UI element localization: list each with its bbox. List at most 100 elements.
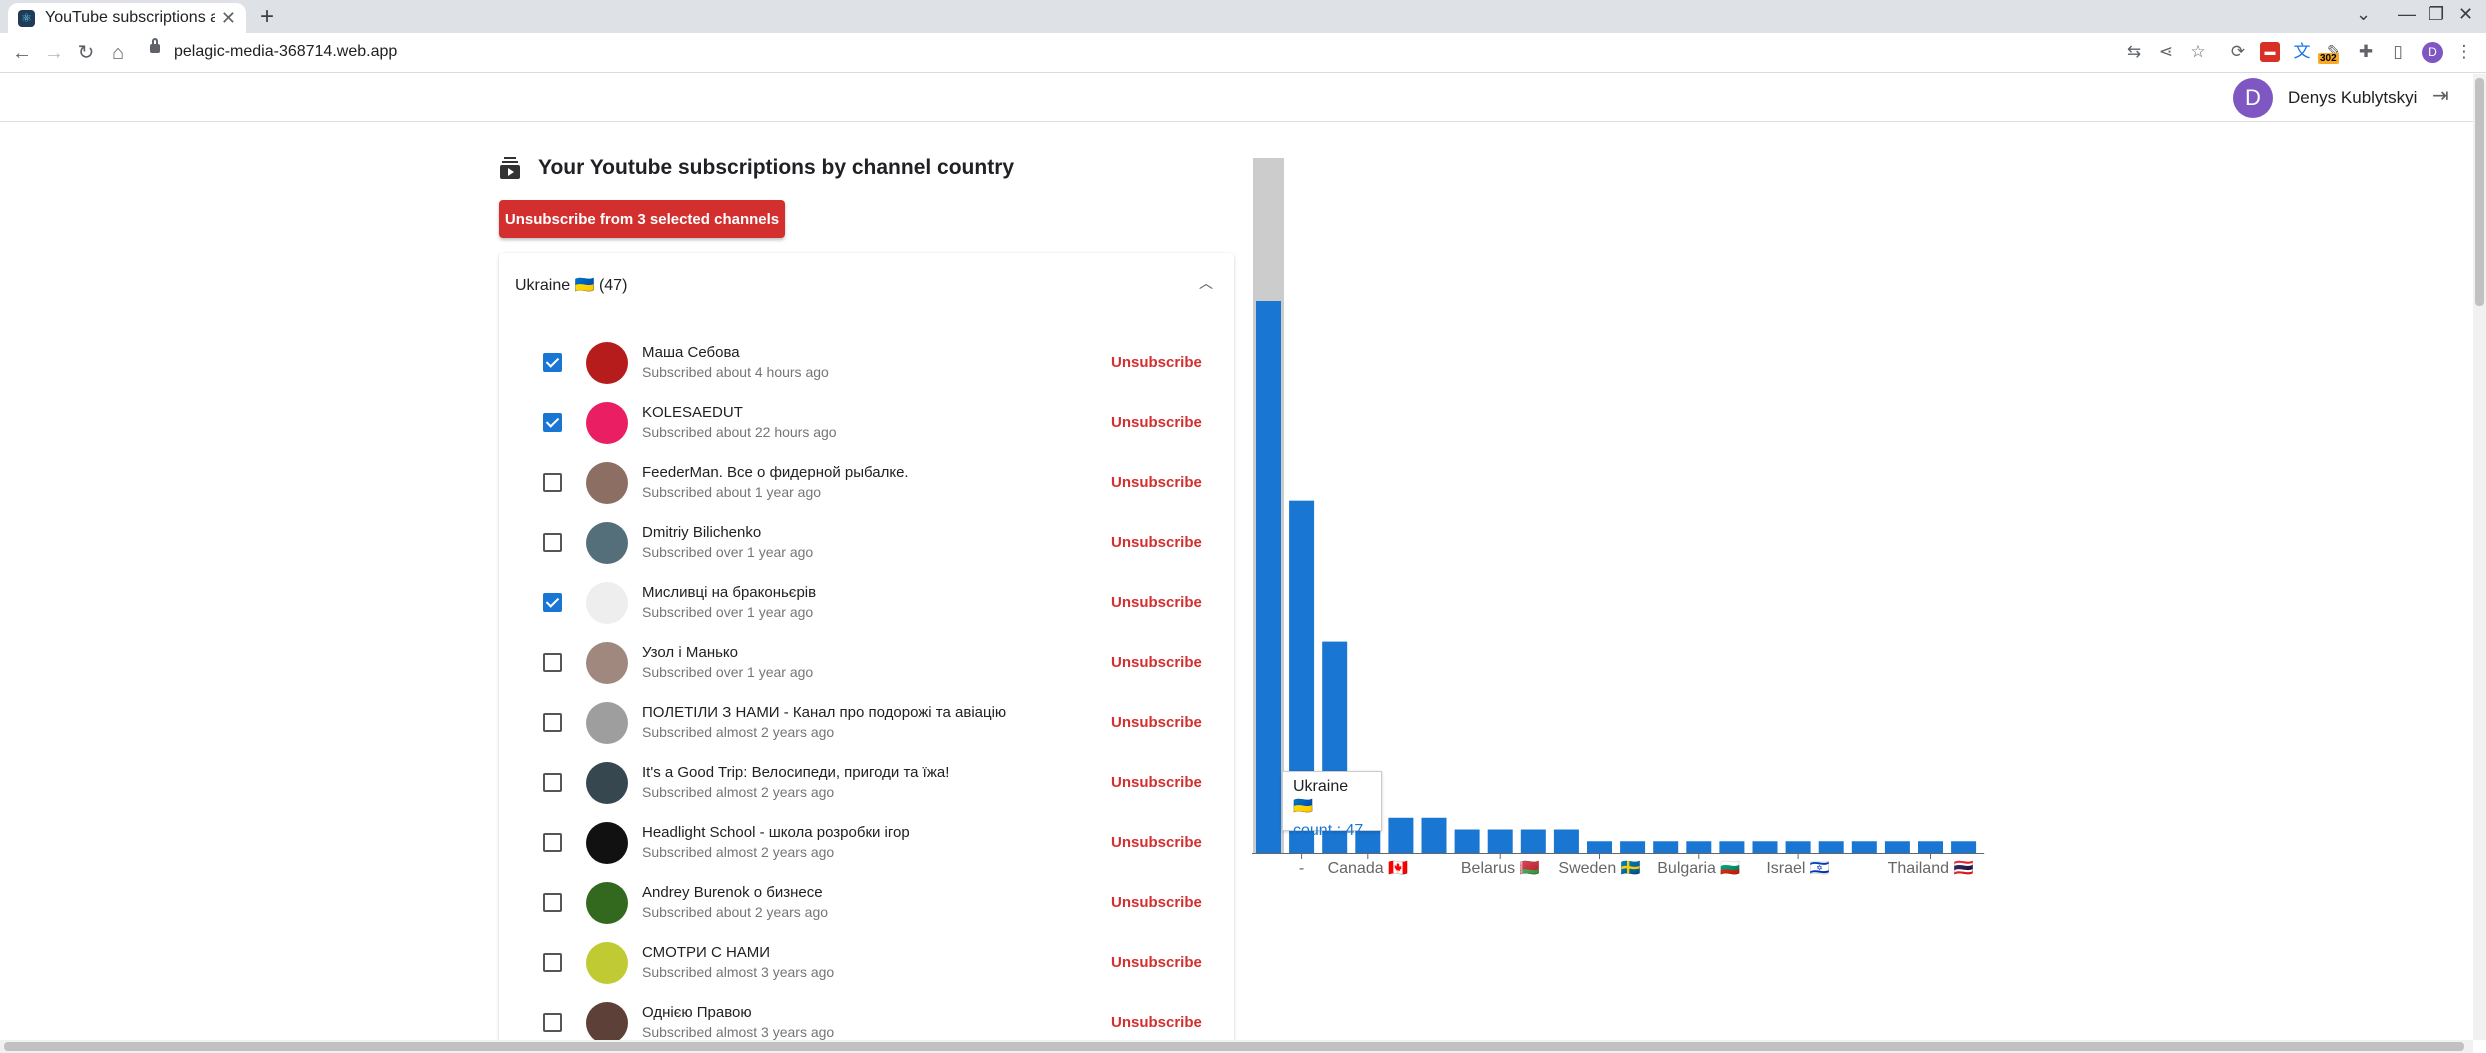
chart-bar[interactable] bbox=[1818, 841, 1844, 853]
channel-row: Узол і Манько Subscribed over 1 year ago U… bbox=[499, 633, 1234, 693]
unsubscribe-button[interactable]: Unsubscribe bbox=[1111, 534, 1202, 551]
extension-sync-icon[interactable]: ⟳ bbox=[2228, 42, 2248, 62]
chart-bar[interactable] bbox=[1752, 841, 1778, 853]
home-button[interactable]: ⌂ bbox=[104, 39, 132, 67]
chart-bar[interactable] bbox=[1587, 841, 1612, 853]
chart-bar[interactable] bbox=[1388, 817, 1414, 853]
channel-select-checkbox[interactable] bbox=[543, 713, 562, 732]
unsubscribe-button[interactable]: Unsubscribe bbox=[1111, 834, 1202, 851]
tab-search-chevron-icon[interactable]: ⌄ bbox=[2356, 4, 2371, 25]
unsubscribe-button[interactable]: Unsubscribe bbox=[1111, 474, 1202, 491]
unsubscribe-button[interactable]: Unsubscribe bbox=[1111, 714, 1202, 731]
user-avatar[interactable]: D bbox=[2233, 78, 2273, 118]
share-icon[interactable]: ⋖ bbox=[2156, 42, 2176, 62]
horizontal-scrollbar-thumb[interactable] bbox=[4, 1042, 2464, 1051]
unsubscribe-button[interactable]: Unsubscribe bbox=[1111, 414, 1202, 431]
chart-bar[interactable] bbox=[1951, 841, 1977, 853]
unsubscribe-button[interactable]: Unsubscribe bbox=[1111, 774, 1202, 791]
channel-select-checkbox[interactable] bbox=[543, 533, 562, 552]
channel-select-checkbox[interactable] bbox=[543, 413, 562, 432]
unsubscribe-button[interactable]: Unsubscribe bbox=[1111, 594, 1202, 611]
extension-red-icon[interactable]: ▬ bbox=[2260, 42, 2280, 62]
chart-bar[interactable] bbox=[1719, 841, 1745, 853]
chevron-up-icon[interactable]: ︿ bbox=[1199, 273, 1213, 293]
chart-bar[interactable] bbox=[1620, 841, 1646, 853]
url-text: pelagic-media-368714.web.app bbox=[174, 43, 398, 60]
side-panel-icon[interactable]: ▯ bbox=[2388, 42, 2408, 62]
chart-bar[interactable] bbox=[1785, 841, 1811, 853]
channel-name: СМОТРИ С НАМИ bbox=[642, 944, 771, 961]
chart-bar[interactable] bbox=[1851, 841, 1877, 853]
channel-subscribed-time: Subscribed almost 3 years ago bbox=[642, 964, 835, 980]
chart-bar[interactable] bbox=[1454, 829, 1480, 853]
channel-name: Мисливці на браконьєрів bbox=[642, 584, 817, 601]
channel-row: СМОТРИ С НАМИ Subscribed almost 3 years a… bbox=[499, 933, 1234, 993]
channel-name: KOLESAEDUT bbox=[642, 404, 743, 421]
chart-bar[interactable] bbox=[1553, 829, 1579, 853]
chart-bar[interactable] bbox=[1918, 841, 1943, 853]
chart-tooltip: Ukraine 🇺🇦 count : 47 bbox=[1282, 771, 1382, 839]
channel-select-checkbox[interactable] bbox=[543, 353, 562, 372]
chart-bar[interactable] bbox=[1487, 829, 1513, 853]
channel-avatar bbox=[586, 642, 628, 684]
address-bar[interactable]: pelagic-media-368714.web.app bbox=[140, 37, 2224, 67]
channel-select-checkbox[interactable] bbox=[543, 473, 562, 492]
chart-bar[interactable] bbox=[1653, 841, 1679, 853]
tab-close-icon[interactable]: ✕ bbox=[221, 8, 236, 29]
channel-avatar bbox=[586, 342, 628, 384]
unsubscribe-button[interactable]: Unsubscribe bbox=[1111, 1014, 1202, 1031]
channel-subscribed-time: Subscribed about 2 years ago bbox=[642, 904, 829, 920]
channel-name: Узол і Манько bbox=[642, 644, 739, 661]
logout-icon[interactable]: ⇥ bbox=[2432, 83, 2449, 108]
x-axis-tick-label: Sweden 🇸🇪 bbox=[1558, 859, 1640, 877]
chart-bar[interactable] bbox=[1421, 817, 1447, 853]
minimize-button[interactable]: — bbox=[2398, 4, 2416, 25]
browser-tab[interactable]: ⚛ YouTube subscriptions a ✕ bbox=[8, 3, 246, 33]
chart-bar[interactable] bbox=[1686, 841, 1712, 853]
channel-select-checkbox[interactable] bbox=[543, 773, 562, 792]
chart-bar[interactable] bbox=[1256, 301, 1281, 853]
chart-bar[interactable] bbox=[1520, 829, 1546, 853]
app-header: D Denys Kublytskyi ⇥ bbox=[0, 74, 2473, 122]
channel-select-checkbox[interactable] bbox=[543, 653, 562, 672]
browser-menu-icon[interactable]: ⋮ bbox=[2454, 42, 2474, 62]
react-favicon-icon: ⚛ bbox=[18, 9, 35, 27]
unsubscribe-selected-button[interactable]: Unsubscribe from 3 selected channels bbox=[499, 200, 785, 238]
new-tab-button[interactable]: + bbox=[260, 3, 274, 31]
channel-avatar bbox=[586, 582, 628, 624]
bookmark-star-icon[interactable]: ☆ bbox=[2188, 42, 2208, 62]
channel-select-checkbox[interactable] bbox=[543, 893, 562, 912]
channel-row: It's a Good Trip: Велосипеди, пригоди та… bbox=[499, 753, 1234, 813]
channel-select-checkbox[interactable] bbox=[543, 833, 562, 852]
channel-name: It's a Good Trip: Велосипеди, пригоди та… bbox=[642, 764, 950, 781]
forward-button[interactable]: → bbox=[40, 39, 68, 67]
extension-translate-icon[interactable]: 文 bbox=[2292, 42, 2312, 62]
reload-button[interactable]: ↻ bbox=[72, 39, 100, 67]
channel-name: Однією Правою bbox=[642, 1004, 752, 1021]
channel-select-checkbox[interactable] bbox=[543, 593, 562, 612]
unsubscribe-button[interactable]: Unsubscribe bbox=[1111, 654, 1202, 671]
accordion-header[interactable]: Ukraine 🇺🇦 (47) bbox=[515, 275, 627, 295]
page-title: Your Youtube subscriptions by channel co… bbox=[500, 156, 1014, 180]
unsubscribe-button[interactable]: Unsubscribe bbox=[1111, 354, 1202, 371]
vertical-scrollbar-thumb[interactable] bbox=[2475, 78, 2484, 306]
back-button[interactable]: ← bbox=[8, 39, 36, 67]
channel-avatar bbox=[586, 942, 628, 984]
channel-select-checkbox[interactable] bbox=[543, 953, 562, 972]
browser-profile-avatar[interactable]: D bbox=[2422, 42, 2443, 63]
translate-icon[interactable]: ⇆ bbox=[2124, 42, 2144, 62]
extension-badge: 302 bbox=[2318, 53, 2339, 64]
restore-button[interactable]: ❐ bbox=[2428, 4, 2444, 25]
tooltip-label: Ukraine 🇺🇦 bbox=[1293, 778, 1349, 815]
channel-subscribed-time: Subscribed almost 2 years ago bbox=[642, 784, 835, 800]
unsubscribe-button[interactable]: Unsubscribe bbox=[1111, 954, 1202, 971]
unsubscribe-button[interactable]: Unsubscribe bbox=[1111, 894, 1202, 911]
channel-row: FeederMan. Все о фидерной рыбалке. Subscr… bbox=[499, 453, 1234, 513]
tooltip-value: count : 47 bbox=[1293, 822, 1364, 839]
channel-avatar bbox=[586, 522, 628, 564]
extensions-puzzle-icon[interactable]: ✚ bbox=[2356, 42, 2376, 62]
window-close-button[interactable]: ✕ bbox=[2458, 4, 2473, 25]
chart-bar[interactable] bbox=[1884, 841, 1910, 853]
channel-avatar bbox=[586, 402, 628, 444]
channel-select-checkbox[interactable] bbox=[543, 1013, 562, 1032]
